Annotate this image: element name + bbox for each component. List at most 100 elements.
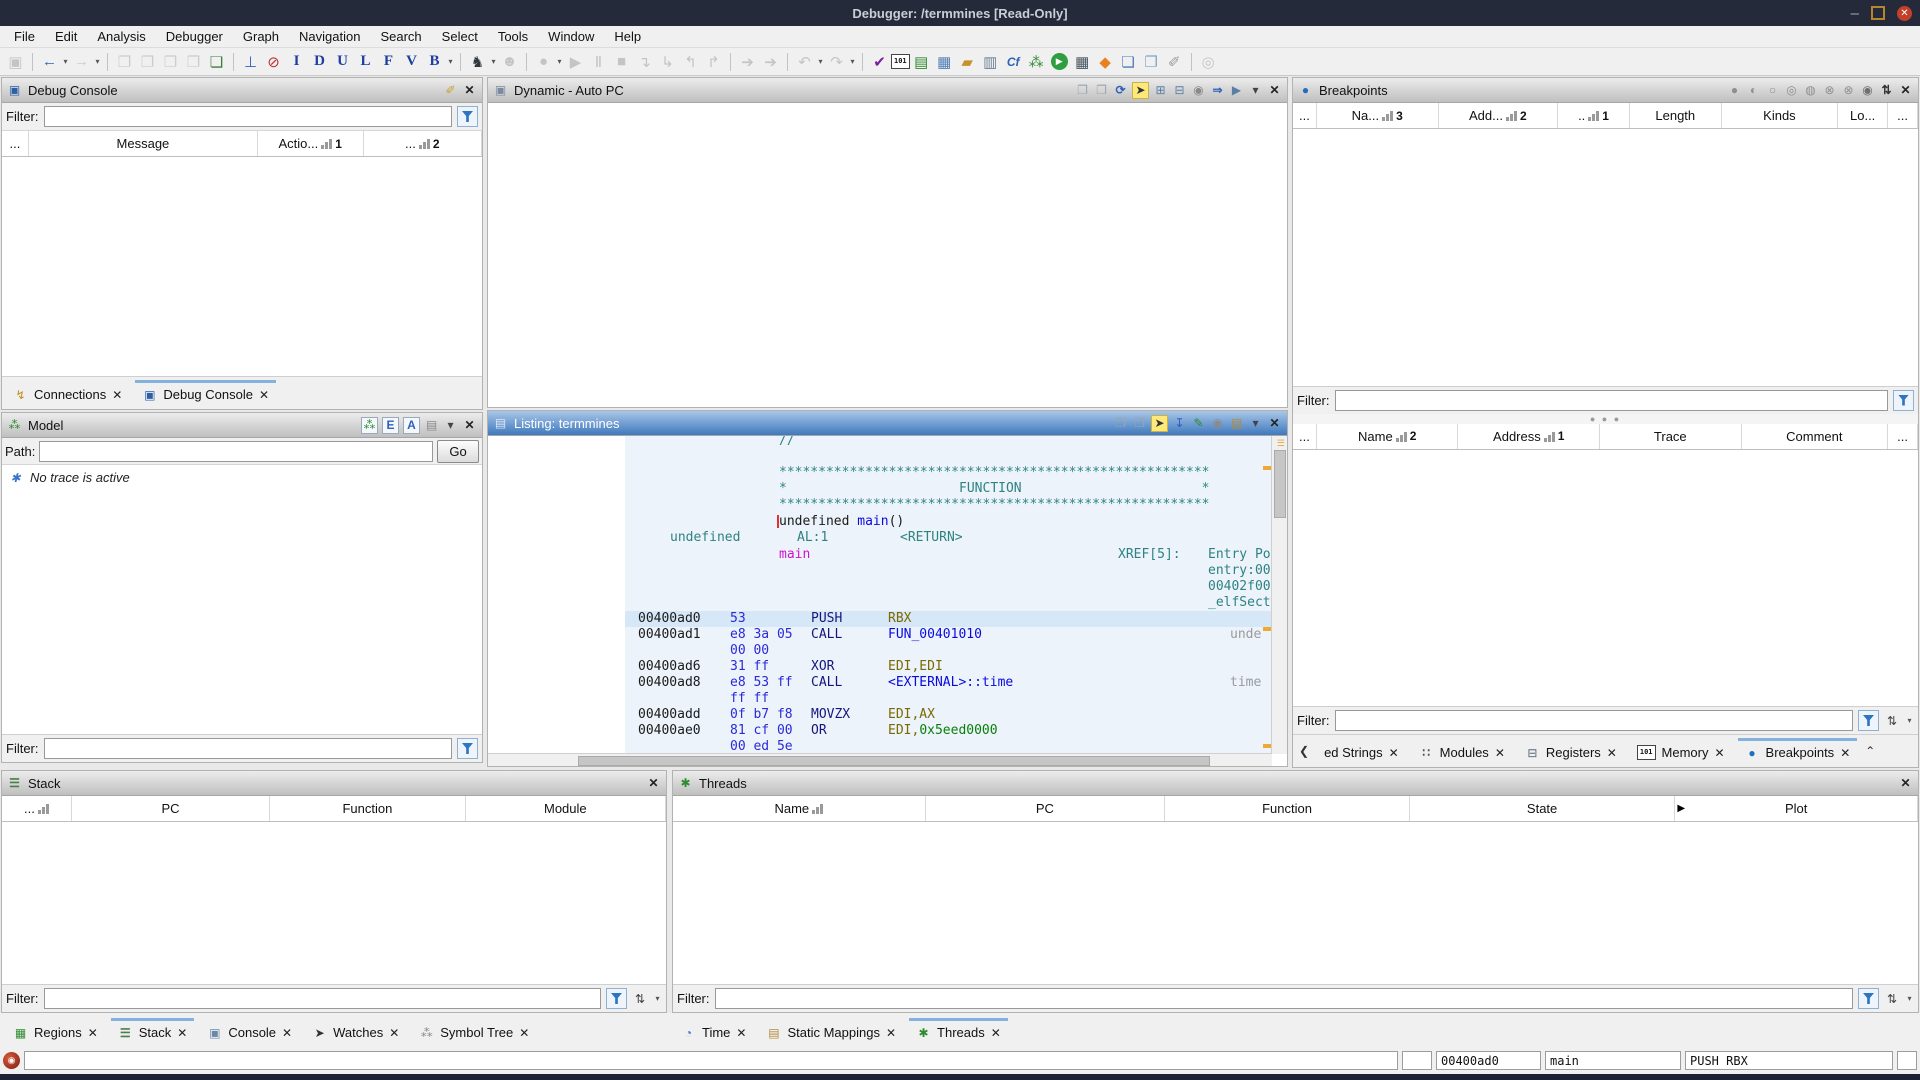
right-tab-modules-close[interactable]: ✕ (1495, 746, 1505, 760)
camera-icon[interactable]: ◉ (1210, 416, 1225, 431)
remove-all-breakpoints-icon[interactable]: ⊗ (1841, 83, 1856, 98)
filter-funnel-icon[interactable] (457, 738, 478, 759)
resume-icon[interactable]: ▶ (565, 51, 586, 73)
dropdown-caret-icon[interactable]: ▾ (1248, 83, 1263, 98)
right-tab-breakpoints-close[interactable]: ✕ (1840, 746, 1850, 760)
undo-icon[interactable]: ↶ (794, 51, 815, 73)
scrollbar-thumb[interactable] (1274, 450, 1286, 518)
program-folder-icon[interactable]: ▰ (957, 51, 978, 73)
listing-horizontal-scrollbar[interactable] (488, 753, 1272, 766)
goto-icon[interactable]: ⇒ (1210, 83, 1225, 98)
breakpoint-locations-column-comment[interactable]: Comment (1742, 423, 1889, 449)
pause-icon[interactable]: Ⅱ (588, 51, 609, 73)
no-entry-icon[interactable]: ⊘ (263, 51, 284, 73)
bottom-left-tab-regions[interactable]: ▦ Regions ✕ (4, 1018, 107, 1047)
console-tab-debug-console-close[interactable]: ✕ (259, 388, 269, 402)
debug-target-icon-dropdown[interactable]: ▾ (489, 57, 498, 66)
menu-tools[interactable]: Tools (488, 27, 538, 46)
threads-filter-input[interactable] (714, 988, 1853, 1009)
scrollbar-thumb[interactable] (578, 756, 1210, 766)
breakpoint-locations-body[interactable] (1293, 449, 1918, 706)
bottom-right-tab-time-close[interactable]: ✕ (736, 1026, 746, 1040)
listing-vertical-scrollbar[interactable]: ☰ (1271, 436, 1287, 754)
debug-console-filter-input[interactable] (43, 106, 452, 127)
disable-all-breakpoints-icon[interactable]: ◎ (1784, 83, 1799, 98)
close-icon[interactable]: ✕ (462, 83, 477, 98)
enable-all-breakpoints-icon[interactable]: ◐ (1746, 83, 1761, 98)
function-compare-icon[interactable]: Cf (1003, 51, 1024, 73)
right-tab-memory-close[interactable]: ✕ (1714, 746, 1724, 760)
breakpoint-u-icon[interactable]: U (332, 51, 353, 73)
emu-skip-icon[interactable]: ➔ (737, 51, 758, 73)
bottom-right-tab-static-mappings[interactable]: ▤ Static Mappings ✕ (757, 1018, 905, 1047)
breakpoint-locations-column-etc[interactable]: ... (1888, 423, 1918, 449)
clear-console-icon[interactable]: ✐ (443, 83, 458, 98)
redo-icon-dropdown[interactable]: ▾ (848, 57, 857, 66)
dropdown-caret-icon[interactable]: ▾ (653, 994, 662, 1003)
maximize-icon[interactable] (1871, 6, 1885, 20)
back-icon-dropdown[interactable]: ▾ (61, 57, 70, 66)
bottom-left-tab-watches[interactable]: ➤ Watches ✕ (303, 1018, 408, 1047)
menu-window[interactable]: Window (538, 27, 604, 46)
breakpoint-locations-column-address[interactable]: Address 1 (1458, 423, 1601, 449)
tab-scroll-left-icon[interactable]: ❮ (1295, 744, 1313, 758)
breakpoint-locations-filter-input[interactable] (1334, 710, 1853, 731)
breakpoints-column-lo[interactable]: Lo... (1838, 103, 1889, 128)
right-tab-registers[interactable]: ⊟ Registers ✕ (1516, 738, 1626, 767)
data-types-icon[interactable]: ▤ (911, 51, 932, 73)
bottom-left-tab-stack-close[interactable]: ✕ (177, 1026, 187, 1040)
menu-debugger[interactable]: Debugger (156, 27, 233, 46)
debug-console-body[interactable] (2, 157, 482, 376)
breakpoint-locations-column-name[interactable]: Name 2 (1317, 423, 1459, 449)
track-location-icon[interactable]: ⊞ (1153, 83, 1168, 98)
dynamic-header[interactable]: ▣ Dynamic - Auto PC ❐ ❐ ⟳ ➤ ⊞ ⊟ ◉ ⇒ ▶ ▾ ✕ (488, 78, 1287, 103)
clipboard-icon[interactable]: ▤ (424, 418, 439, 433)
model-header[interactable]: ⁂ Model ⁂ E A ▤ ▾ ✕ (2, 413, 482, 438)
validate-icon[interactable]: ✔ (869, 51, 890, 73)
sweep-icon[interactable]: ✐ (1164, 51, 1185, 73)
cursor-select-icon[interactable]: ➤ (1132, 81, 1149, 99)
bottom-right-tab-threads[interactable]: ✱ Threads ✕ (907, 1018, 1010, 1047)
stack-column-module[interactable]: Module (466, 796, 666, 821)
go-button[interactable]: Go (437, 439, 479, 463)
listing-body[interactable]: // **************************************… (488, 436, 1287, 766)
breakpoint-delete-icon[interactable]: D (309, 51, 330, 73)
symbol-tree-toolbar-icon[interactable]: ⁂ (1026, 51, 1047, 73)
console-tab-connections-close[interactable]: ✕ (112, 388, 122, 402)
breakpoint-l-icon[interactable]: L (355, 51, 376, 73)
breakpoints-column-kinds[interactable]: Kinds (1722, 103, 1839, 128)
save-icon[interactable]: ▣ (5, 51, 26, 73)
filter-funnel-icon[interactable] (1858, 710, 1879, 731)
bottom-left-tab-symbol-tree-close[interactable]: ✕ (519, 1026, 529, 1040)
menu-graph[interactable]: Graph (233, 27, 289, 46)
model-path-input[interactable] (39, 440, 433, 462)
export-icon[interactable]: ↧ (1172, 416, 1187, 431)
set-condition-icon[interactable]: ◉ (1860, 83, 1875, 98)
close-icon[interactable]: ✕ (1898, 83, 1913, 98)
forward-icon[interactable]: → (71, 51, 92, 73)
debug-console-column-message[interactable]: Message (29, 131, 258, 156)
stack-column-etc[interactable]: ... (2, 796, 72, 821)
filter-config-icon[interactable]: ⇅ (632, 992, 648, 1006)
stack-column-function[interactable]: Function (270, 796, 466, 821)
edit-mode-icon[interactable]: ✎ (1191, 416, 1206, 431)
cursor-select-icon[interactable]: ➤ (1151, 414, 1168, 432)
tab-collapse-icon[interactable]: ⌃ (1861, 744, 1879, 758)
menu-select[interactable]: Select (432, 27, 488, 46)
tree-view-icon[interactable]: ⁂ (361, 416, 378, 434)
listing-header[interactable]: ▤ Listing: termmines ❐ ❐ ➤ ↧ ✎ ◉ ▤ ▾ ✕ (488, 411, 1287, 436)
filter-funnel-icon[interactable] (1893, 389, 1914, 411)
merge-program-icon[interactable]: ❐ (183, 51, 204, 73)
dropdown-caret-icon[interactable]: ▾ (1905, 716, 1914, 725)
clear-breakpoints-icon[interactable]: ◍ (1803, 83, 1818, 98)
attributes-icon[interactable]: A (403, 416, 420, 434)
memory-map-icon[interactable]: ▦ (934, 51, 955, 73)
debug-console-column-etc[interactable]: ... 2 (364, 131, 482, 156)
diamond-icon[interactable]: ◆ (1095, 51, 1116, 73)
filter-funnel-icon[interactable] (1858, 988, 1879, 1009)
breakpoints-column-etc[interactable]: ... (1888, 103, 1918, 128)
filter-config-icon[interactable]: ⇅ (1879, 83, 1894, 98)
decompiler-icon[interactable]: ▦ (1072, 51, 1093, 73)
record-icon[interactable]: ● (533, 51, 554, 73)
bottom-right-tab-threads-close[interactable]: ✕ (991, 1026, 1001, 1040)
